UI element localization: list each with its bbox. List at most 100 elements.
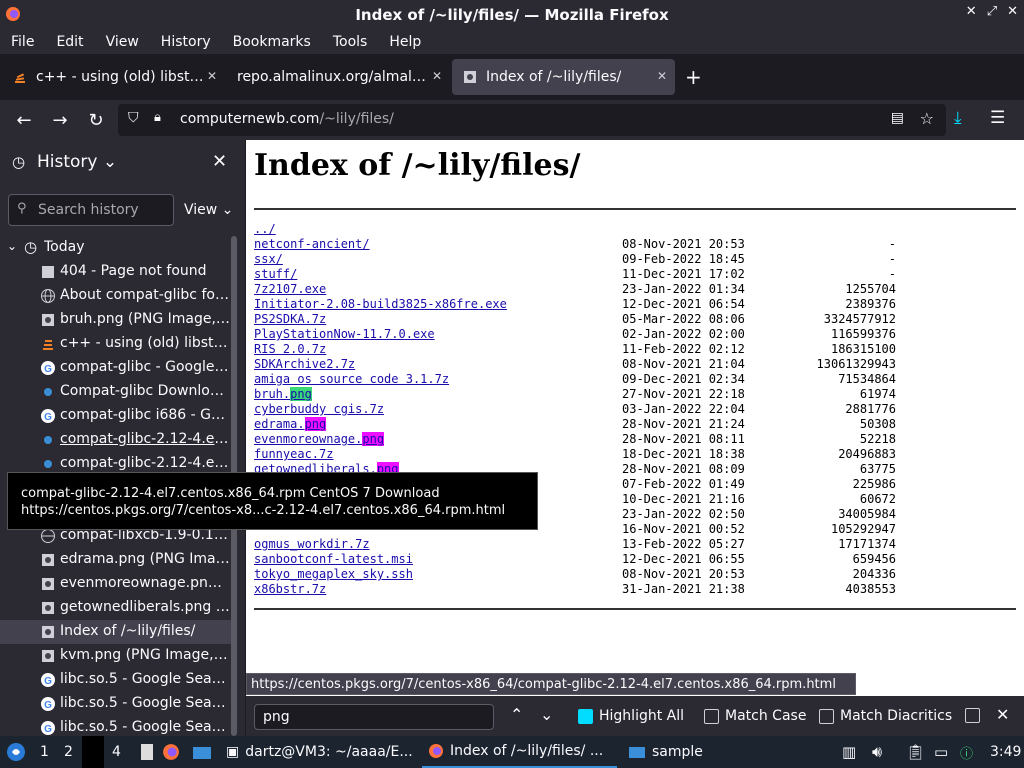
close-sidebar-icon[interactable]: ✕ [212,151,227,172]
url-text[interactable]: computernewb.com/~lily/files/ [180,111,394,127]
menu-history[interactable]: History [150,34,222,50]
list-item[interactable]: Glibc.so.5 - Google Search [0,716,232,736]
file-link[interactable]: Initiator-2.08-build3825-x86fre.exe [254,297,507,312]
text-editor-icon[interactable] [140,736,154,768]
highlight-all-checkbox[interactable]: Highlight All [578,708,684,724]
list-item[interactable]: Glibc.so.5 - Google Search [0,668,232,692]
workspace-4[interactable]: 4 [112,736,121,768]
file-link[interactable]: stuff/ [254,267,297,282]
checkbox-icon[interactable] [819,708,834,724]
list-item[interactable]: bruh.png (PNG Image, 8... [0,308,232,332]
svg-text:G: G [44,724,52,735]
list-item[interactable]: Gcompat-glibc i686 - Goo... [0,404,232,428]
file-manager-icon[interactable] [192,736,212,768]
maximize-icon[interactable]: ⤢ [987,4,997,19]
firefox-launcher-icon[interactable] [162,736,180,768]
back-icon[interactable]: ← [6,104,42,136]
workspace-2[interactable]: 2 [64,736,73,768]
workspace-3[interactable] [82,736,104,768]
taskbar-firefox[interactable]: Index of /~lily/files/ ... [422,736,617,768]
file-link[interactable]: sanbootconf-latest.msi [254,552,413,567]
match-diacritics-checkbox[interactable]: Match Diacritics [819,708,952,724]
menu-tools[interactable]: Tools [322,34,379,50]
checkbox-checked-icon[interactable] [578,708,593,724]
file-link[interactable]: amiga os source code 3.1.7z [254,372,449,387]
list-item-selected[interactable]: Index of /~lily/files/ [0,620,232,644]
list-item[interactable]: getownedliberals.png (P... [0,596,232,620]
list-item[interactable]: Glibc.so.5 - Google Search [0,692,232,716]
close-tab-icon[interactable]: ✕ [657,69,667,83]
taskbar-folder[interactable]: sample [628,736,703,768]
close-tab-icon[interactable]: ✕ [432,69,442,83]
reload-icon[interactable]: ↻ [78,104,114,136]
list-item[interactable]: Compat-glibc Download ... [0,380,232,404]
match-case-checkbox[interactable]: Match Case [704,708,806,724]
sidebar-title[interactable]: History ⌄ [37,152,117,172]
reader-view-icon[interactable]: ▤ [891,110,904,126]
list-item[interactable]: edrama.png (PNG Imag... [0,548,232,572]
bookmark-star-icon[interactable]: ☆ [920,109,934,128]
find-input[interactable]: png [254,704,494,730]
notification-icon[interactable]: ⓘ [960,736,973,768]
clipboard-icon[interactable]: 📋︎ [906,736,925,768]
downloads-icon[interactable]: ⤓ [954,108,962,128]
file-link[interactable]: ogmus_workdir.7z [254,537,370,552]
list-item[interactable]: c++ - using (old) libstdc... [0,332,232,356]
file-link[interactable]: tokyo_megaplex_sky.ssh [254,567,413,582]
list-item[interactable]: kvm.png (PNG Image, 1... [0,644,232,668]
close-window-icon[interactable]: ✕ [1007,4,1018,19]
network-icon[interactable]: ▭ [934,736,948,768]
file-link[interactable]: PlayStationNow-11.7.0.exe [254,327,435,342]
list-item[interactable]: compat-glibc-2.12-4.el7... [0,428,232,452]
list-item[interactable]: About compat-glibc for ... [0,284,232,308]
find-next-icon[interactable]: ⌄ [540,705,553,724]
list-item[interactable]: Gcompat-glibc - Google S... [0,356,232,380]
checkbox-icon[interactable] [704,708,719,724]
file-link[interactable]: cyberbuddy cgis.7z [254,402,384,417]
file-link[interactable]: PS2SDKA.7z [254,312,326,327]
tab-stackoverflow[interactable]: c++ - using (old) libstdc++ ✕ [2,59,225,95]
file-link[interactable]: ssx/ [254,252,283,267]
forward-icon[interactable]: → [42,104,78,136]
file-link[interactable]: ../ [254,222,276,237]
file-link[interactable]: bruh.png [254,387,312,402]
menu-help[interactable]: Help [378,34,432,50]
shield-icon[interactable]: ⛉ [128,110,139,126]
file-link[interactable]: x86bstr.7z [254,582,326,597]
file-link[interactable]: netconf-ancient/ [254,237,370,252]
trash-icon[interactable]: ▥ [842,736,856,768]
list-item[interactable]: 404 - Page not found [0,260,232,284]
search-history-input[interactable]: ⚲ Search history [8,194,174,226]
file-link[interactable]: RIS 2.0.7z [254,342,326,357]
view-button[interactable]: View ⌄ [184,202,233,218]
history-group-today[interactable]: ⌄ ◷ Today [0,236,232,260]
tab-index-lily[interactable]: Index of /~lily/files/ ✕ [452,59,675,95]
find-previous-icon[interactable]: ⌃ [510,705,523,724]
menu-file[interactable]: File [0,34,45,50]
menu-view[interactable]: View [95,34,150,50]
app-menu-icon[interactable]: ☰ [990,108,1005,128]
file-link[interactable]: SDKArchive2.7z [254,357,355,372]
lock-icon[interactable]: 🔒︎ [154,110,161,125]
file-link[interactable]: funnyeac.7z [254,447,333,462]
taskbar-terminal[interactable]: ▣ dartz@VM3: ~/aaaa/E... [226,736,413,768]
file-date: 08-Nov-2021 21:04 [622,357,745,371]
tab-almalinux[interactable]: repo.almalinux.org/almalinux ✕ [227,59,450,95]
new-tab-icon[interactable]: + [685,65,702,89]
whole-words-checkbox[interactable] [965,708,986,723]
chevron-down-icon[interactable]: ⌄ [7,239,17,253]
menu-edit[interactable]: Edit [45,34,94,50]
workspace-1[interactable]: 1 [40,736,49,768]
checkbox-icon[interactable] [965,708,980,723]
file-link[interactable]: evenmoreownage.png [254,432,385,447]
file-link[interactable]: edrama.png [254,417,327,432]
minimize-icon[interactable]: ✕ [966,4,977,19]
list-item[interactable]: evenmoreownage.png (... [0,572,232,596]
close-findbar-icon[interactable]: ✕ [996,705,1009,724]
volume-icon[interactable]: 🔊︎ [872,736,882,768]
start-menu-icon[interactable] [6,736,26,768]
url-bar[interactable]: ⛉ 🔒︎ computernewb.com/~lily/files/ ▤ ☆ [118,104,946,136]
menu-bookmarks[interactable]: Bookmarks [222,34,322,50]
file-link[interactable]: 7z2107.exe [254,282,326,297]
close-tab-icon[interactable]: ✕ [207,69,217,83]
